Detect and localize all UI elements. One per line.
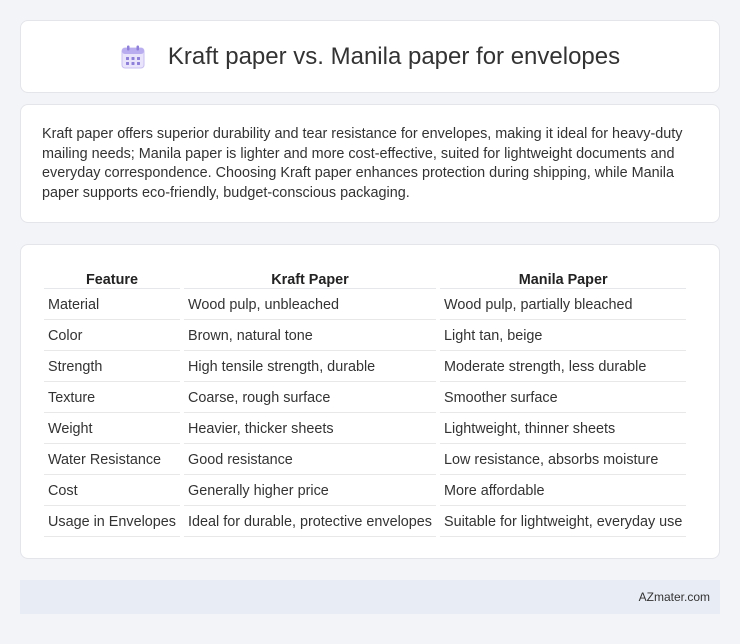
kraft-cell: Good resistance	[184, 446, 436, 475]
feature-cell: Cost	[44, 477, 180, 506]
table-row: Color Brown, natural tone Light tan, bei…	[44, 322, 687, 351]
feature-cell: Strength	[44, 353, 180, 382]
table-row: Cost Generally higher price More afforda…	[44, 477, 687, 506]
manila-cell: Suitable for lightweight, everyday use	[440, 508, 687, 537]
kraft-cell: Ideal for durable, protective envelopes	[184, 508, 436, 537]
manila-cell: Lightweight, thinner sheets	[440, 415, 687, 444]
kraft-cell: High tensile strength, durable	[184, 353, 436, 382]
footer: AZmater.com	[20, 580, 720, 614]
kraft-cell: Brown, natural tone	[184, 322, 436, 351]
title-card: Kraft paper vs. Manila paper for envelop…	[20, 20, 720, 93]
feature-cell: Water Resistance	[44, 446, 180, 475]
comparison-card: Feature Kraft Paper Manila Paper Materia…	[20, 244, 720, 559]
calendar-icon	[120, 44, 146, 70]
summary-text: Kraft paper offers superior durability a…	[42, 126, 683, 201]
column-header-manila: Manila Paper	[440, 267, 687, 289]
kraft-cell: Heavier, thicker sheets	[184, 415, 436, 444]
summary-card: Kraft paper offers superior durability a…	[20, 104, 720, 223]
feature-cell: Color	[44, 322, 180, 351]
footer-site-link[interactable]: AZmater.com	[639, 590, 710, 604]
table-row: Weight Heavier, thicker sheets Lightweig…	[44, 415, 687, 444]
table-row: Strength High tensile strength, durable …	[44, 353, 687, 382]
table-row: Texture Coarse, rough surface Smoother s…	[44, 384, 687, 413]
feature-cell: Material	[44, 291, 180, 320]
manila-cell: More affordable	[440, 477, 687, 506]
table-row: Usage in Envelopes Ideal for durable, pr…	[44, 508, 687, 537]
kraft-cell: Wood pulp, unbleached	[184, 291, 436, 320]
table-row: Water Resistance Good resistance Low res…	[44, 446, 687, 475]
feature-cell: Usage in Envelopes	[44, 508, 180, 537]
manila-cell: Wood pulp, partially bleached	[440, 291, 687, 320]
page-title: Kraft paper vs. Manila paper for envelop…	[167, 42, 621, 70]
comparison-table: Feature Kraft Paper Manila Paper Materia…	[40, 265, 690, 539]
manila-cell: Low resistance, absorbs moisture	[440, 446, 687, 475]
manila-cell: Light tan, beige	[440, 322, 687, 351]
column-header-kraft: Kraft Paper	[184, 267, 436, 289]
manila-cell: Moderate strength, less durable	[440, 353, 687, 382]
table-row: Material Wood pulp, unbleached Wood pulp…	[44, 291, 687, 320]
column-header-feature: Feature	[44, 267, 180, 289]
kraft-cell: Coarse, rough surface	[184, 384, 436, 413]
manila-cell: Smoother surface	[440, 384, 687, 413]
kraft-cell: Generally higher price	[184, 477, 436, 506]
table-header-row: Feature Kraft Paper Manila Paper	[44, 267, 687, 289]
feature-cell: Weight	[44, 415, 180, 444]
feature-cell: Texture	[44, 384, 180, 413]
